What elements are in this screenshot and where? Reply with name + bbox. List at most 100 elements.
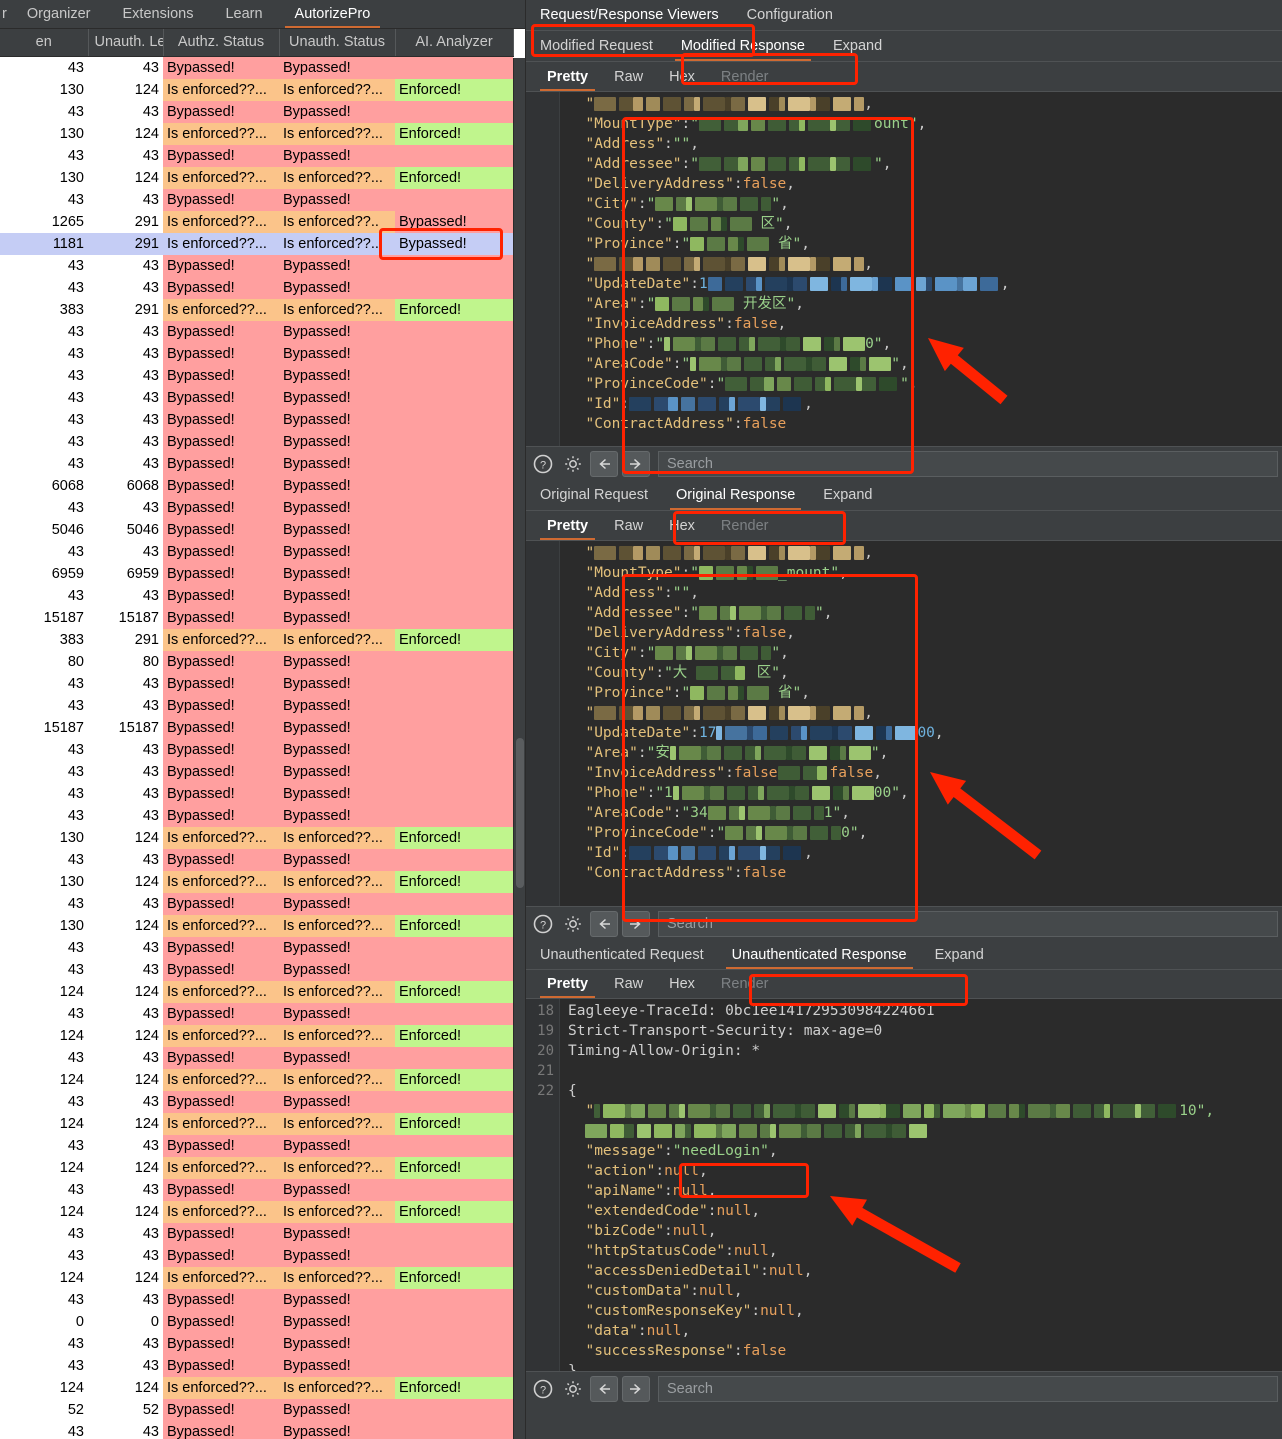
cell-unauth-status[interactable]: Is enforced??... <box>279 122 395 145</box>
cell-unauth-len[interactable]: 124 <box>88 1266 163 1289</box>
cell-ai-analyzer[interactable] <box>395 1420 513 1439</box>
cell-ai-analyzer[interactable]: Enforced! <box>395 1112 513 1135</box>
burp-tab-autorizepro[interactable]: AutorizePro <box>279 0 387 28</box>
cell-authz-status[interactable]: Bypassed! <box>163 958 279 981</box>
cell-ai-analyzer[interactable] <box>395 474 513 497</box>
cell-unauth-status[interactable]: Bypassed! <box>279 254 395 277</box>
burp-tab-learn[interactable]: Learn <box>209 0 278 28</box>
table-row[interactable]: 6959 6959 Bypassed! Bypassed! <box>0 562 513 585</box>
table-row[interactable]: 43 43 Bypassed! Bypassed! <box>0 782 513 805</box>
table-row[interactable]: 43 43 Bypassed! Bypassed! <box>0 56 513 79</box>
cell-authz-len[interactable]: 43 <box>0 1288 88 1311</box>
cell-authz-status[interactable]: Bypassed! <box>163 452 279 475</box>
cell-unauth-status[interactable]: Bypassed! <box>279 188 395 211</box>
cell-authz-status[interactable]: Bypassed! <box>163 804 279 827</box>
cell-unauth-len[interactable]: 43 <box>88 144 163 167</box>
cell-authz-status[interactable]: Bypassed! <box>163 188 279 211</box>
table-row[interactable]: 43 43 Bypassed! Bypassed! <box>0 386 513 409</box>
table-row[interactable]: 43 43 Bypassed! Bypassed! <box>0 1288 513 1311</box>
cell-unauth-len[interactable]: 43 <box>88 672 163 695</box>
sub-tab-modified-response[interactable]: Modified Response <box>667 31 819 61</box>
cell-authz-status[interactable]: Bypassed! <box>163 1134 279 1157</box>
cell-ai-analyzer[interactable] <box>395 452 513 475</box>
cell-unauth-len[interactable]: 291 <box>88 210 163 233</box>
cell-authz-len[interactable]: 43 <box>0 1134 88 1157</box>
table-row[interactable]: 43 43 Bypassed! Bypassed! <box>0 892 513 915</box>
cell-unauth-status[interactable]: Is enforced??... <box>279 1266 395 1289</box>
cell-ai-analyzer[interactable]: Bypassed! <box>395 232 513 255</box>
cell-unauth-len[interactable]: 124 <box>88 78 163 101</box>
cell-unauth-len[interactable]: 52 <box>88 1398 163 1421</box>
cell-unauth-len[interactable]: 43 <box>88 1354 163 1377</box>
cell-unauth-len[interactable]: 43 <box>88 408 163 431</box>
cell-ai-analyzer[interactable] <box>395 1288 513 1311</box>
cell-authz-len[interactable]: 43 <box>0 430 88 453</box>
table-row[interactable]: 43 43 Bypassed! Bypassed! <box>0 144 513 167</box>
burp-tab-extensions[interactable]: Extensions <box>107 0 210 28</box>
sub-tab-unauthenticated-request[interactable]: Unauthenticated Request <box>526 940 718 969</box>
cell-authz-status[interactable]: Bypassed! <box>163 1354 279 1377</box>
cell-unauth-status[interactable]: Bypassed! <box>279 716 395 739</box>
view-tab-hex[interactable]: Hex <box>656 970 708 998</box>
cell-authz-status[interactable]: Bypassed! <box>163 1002 279 1025</box>
search-input[interactable]: Search <box>658 1375 1278 1402</box>
cell-authz-status[interactable]: Bypassed! <box>163 1046 279 1069</box>
cell-authz-status[interactable]: Is enforced??... <box>163 914 279 937</box>
cell-unauth-status[interactable]: Is enforced??... <box>279 298 395 321</box>
cell-unauth-len[interactable]: 43 <box>88 188 163 211</box>
cell-unauth-len[interactable]: 43 <box>88 452 163 475</box>
cell-authz-len[interactable]: 124 <box>0 1112 88 1135</box>
cell-authz-status[interactable]: Bypassed! <box>163 892 279 915</box>
table-row[interactable]: 43 43 Bypassed! Bypassed! <box>0 1178 513 1201</box>
cell-unauth-status[interactable]: Is enforced??... <box>279 826 395 849</box>
cell-authz-status[interactable]: Is enforced??... <box>163 628 279 651</box>
table-row[interactable]: 43 43 Bypassed! Bypassed! <box>0 1002 513 1025</box>
code-viewer-original[interactable]: ", "MountType":" _mount", "Address":"", "… <box>526 541 1282 906</box>
gear-icon[interactable] <box>560 1376 586 1402</box>
cell-unauth-len[interactable]: 6959 <box>88 562 163 585</box>
cell-ai-analyzer[interactable]: Enforced! <box>395 1200 513 1223</box>
cell-authz-len[interactable]: 43 <box>0 408 88 431</box>
cell-unauth-len[interactable]: 291 <box>88 232 163 255</box>
cell-unauth-len[interactable]: 124 <box>88 1068 163 1091</box>
cell-unauth-len[interactable]: 43 <box>88 364 163 387</box>
autorize-results-table-wrap[interactable]: enUnauth. LenAuthz. StatusUnauth. Status… <box>0 29 525 1439</box>
cell-authz-status[interactable]: Bypassed! <box>163 782 279 805</box>
viewer-top-tabbar[interactable]: Request/Response Viewers Configuration <box>526 0 1282 31</box>
cell-unauth-status[interactable]: Bypassed! <box>279 1288 395 1311</box>
cell-authz-len[interactable]: 6959 <box>0 562 88 585</box>
cell-authz-len[interactable]: 43 <box>0 1420 88 1439</box>
table-row[interactable]: 124 124 Is enforced??... Is enforced??... En… <box>0 1200 513 1223</box>
cell-unauth-status[interactable]: Bypassed! <box>279 650 395 673</box>
view-tab-pretty[interactable]: Pretty <box>534 511 601 540</box>
cell-unauth-len[interactable]: 43 <box>88 1090 163 1113</box>
cell-authz-len[interactable]: 43 <box>0 386 88 409</box>
cell-unauth-len[interactable]: 43 <box>88 540 163 563</box>
table-body[interactable]: 43 43 Bypassed! Bypassed! 130 124 Is enforced?… <box>0 56 513 1439</box>
cell-authz-status[interactable]: Bypassed! <box>163 738 279 761</box>
table-row[interactable]: 383 291 Is enforced??... Is enforced??... En… <box>0 298 513 321</box>
cell-unauth-len[interactable]: 124 <box>88 1156 163 1179</box>
cell-authz-len[interactable]: 43 <box>0 1090 88 1113</box>
cell-unauth-status[interactable]: Bypassed! <box>279 1090 395 1113</box>
cell-unauth-status[interactable]: Bypassed! <box>279 1310 395 1333</box>
table-row[interactable]: 5046 5046 Bypassed! Bypassed! <box>0 518 513 541</box>
cell-authz-status[interactable]: Bypassed! <box>163 100 279 123</box>
cell-unauth-len[interactable]: 43 <box>88 1002 163 1025</box>
cell-authz-len[interactable]: 43 <box>0 144 88 167</box>
table-row[interactable]: 43 43 Bypassed! Bypassed! <box>0 276 513 299</box>
burp-tab-organizer[interactable]: Organizer <box>11 0 107 28</box>
sub-tab-expand[interactable]: Expand <box>921 940 998 969</box>
code-content[interactable]: Eagleeye-TraceId: 0bc1ee1417295309842246… <box>560 999 1282 1371</box>
cell-unauth-len[interactable]: 43 <box>88 760 163 783</box>
table-row[interactable]: 43 43 Bypassed! Bypassed! <box>0 1354 513 1377</box>
cell-ai-analyzer[interactable] <box>395 100 513 123</box>
cell-unauth-status[interactable]: Bypassed! <box>279 1244 395 1267</box>
cell-unauth-len[interactable]: 43 <box>88 496 163 519</box>
cell-unauth-len[interactable]: 43 <box>88 276 163 299</box>
cell-ai-analyzer[interactable] <box>395 364 513 387</box>
cell-authz-status[interactable]: Is enforced??... <box>163 298 279 321</box>
cell-authz-status[interactable]: Bypassed! <box>163 320 279 343</box>
cell-unauth-len[interactable]: 43 <box>88 386 163 409</box>
cell-authz-status[interactable]: Is enforced??... <box>163 1200 279 1223</box>
